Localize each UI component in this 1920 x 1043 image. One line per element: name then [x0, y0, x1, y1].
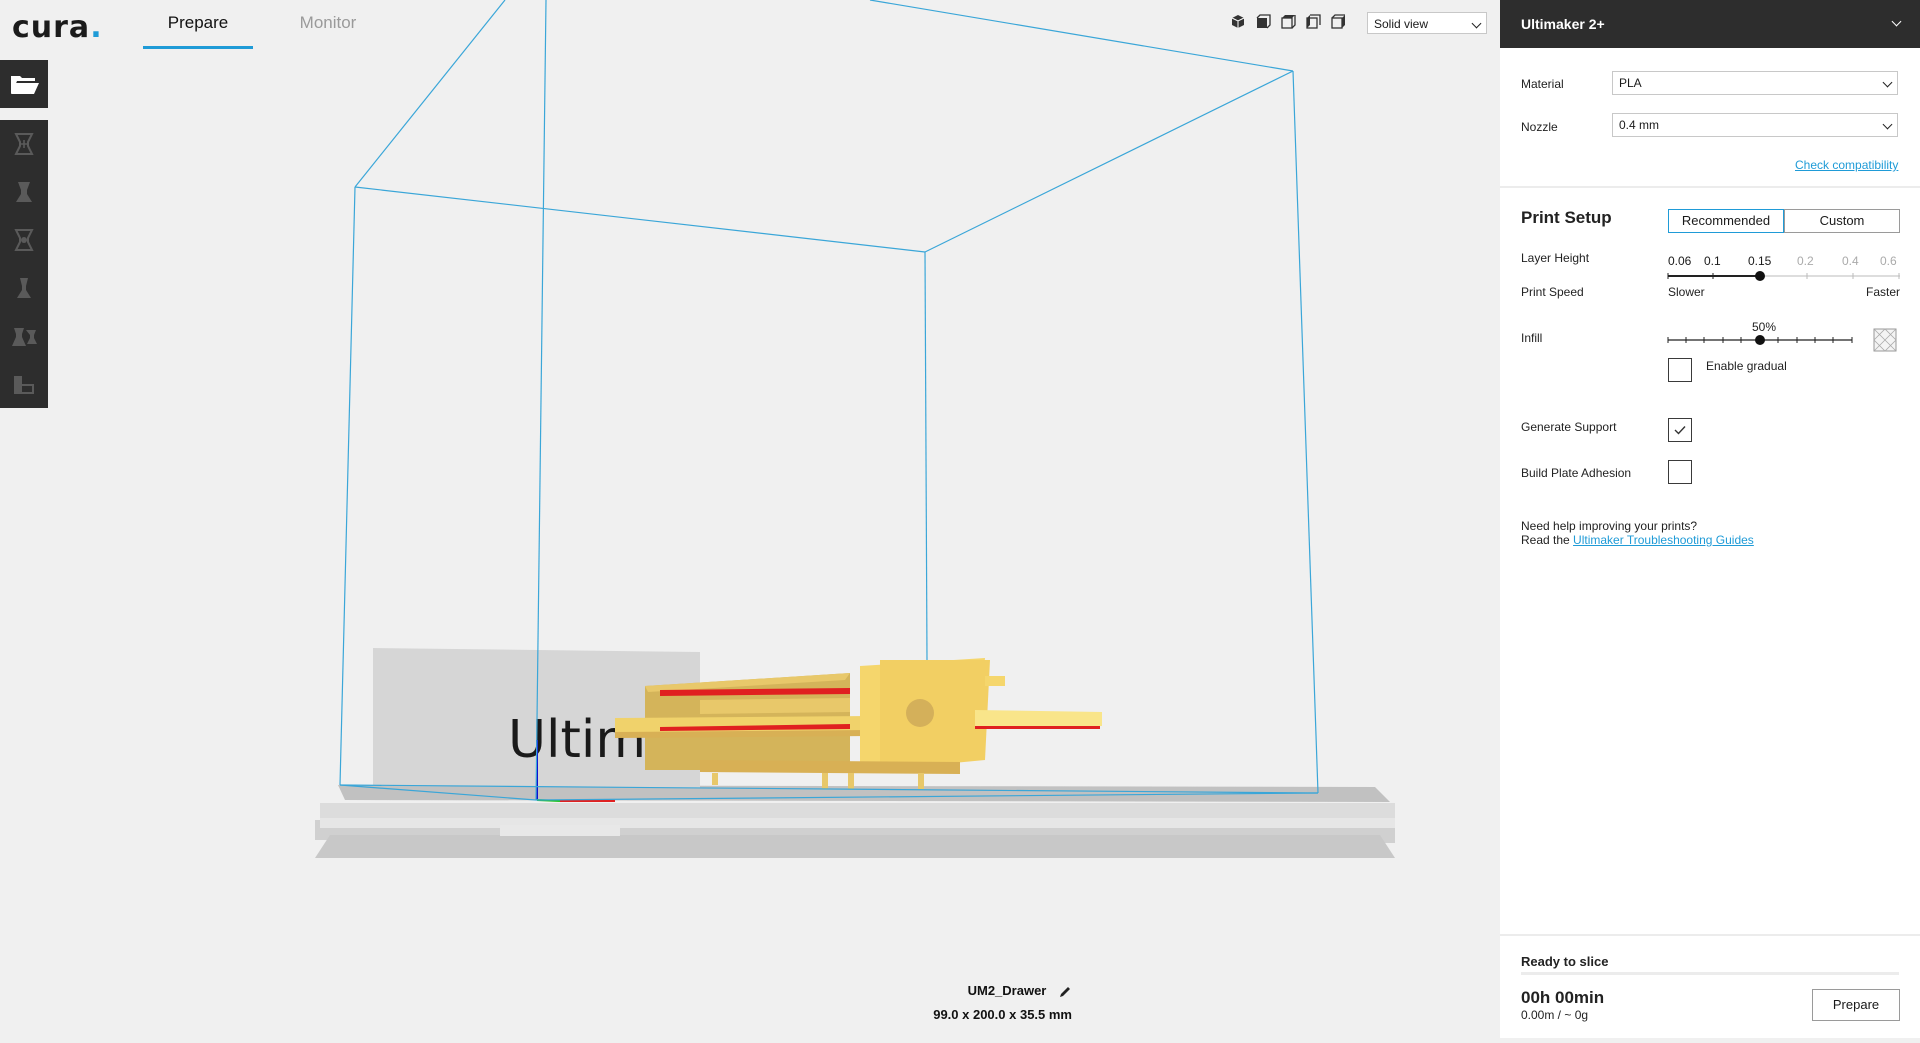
- mirror-tool-button[interactable]: [0, 264, 48, 312]
- print-time: 00h 00min: [1521, 988, 1605, 1007]
- build-plate-adhesion-label: Build Plate Adhesion: [1521, 466, 1632, 480]
- slower-label: Slower: [1668, 285, 1705, 299]
- move-icon: [14, 133, 34, 155]
- scale-icon: [16, 182, 32, 202]
- scale-tool-button[interactable]: [0, 168, 48, 216]
- help-line-1: Need help improving your prints?: [1521, 519, 1698, 533]
- slice-progress-bar: [1521, 972, 1899, 975]
- generate-support-checkbox[interactable]: [1668, 418, 1692, 442]
- slice-status: Ready to slice: [1521, 954, 1609, 969]
- rotate-tool-button[interactable]: [0, 216, 48, 264]
- checkmark-icon: [1674, 426, 1686, 435]
- per-model-settings-button[interactable]: [0, 312, 48, 360]
- printer-name: Ultimaker 2+: [1521, 16, 1605, 32]
- layer-height-slider[interactable]: [1665, 268, 1901, 284]
- enable-gradual-checkbox[interactable]: [1668, 358, 1692, 382]
- nozzle-label: Nozzle: [1521, 120, 1558, 134]
- material-label: Material: [1521, 77, 1564, 91]
- material-value: PLA: [1619, 76, 1642, 90]
- recommended-mode-button[interactable]: Recommended: [1668, 209, 1784, 233]
- rotate-icon: [14, 229, 34, 251]
- infill-slider[interactable]: [1665, 332, 1855, 348]
- mirror-icon: [17, 278, 31, 298]
- print-speed-label: Print Speed: [1521, 285, 1584, 299]
- divider: [1500, 186, 1920, 188]
- printer-selector[interactable]: Ultimaker 2+: [1500, 0, 1920, 48]
- nozzle-value: 0.4 mm: [1619, 118, 1660, 132]
- layer-height-0.1: 0.1: [1704, 254, 1721, 268]
- chevron-down-icon: [1891, 16, 1902, 27]
- folder-open-icon: [11, 76, 39, 94]
- per-model-settings-icon: [12, 328, 37, 346]
- custom-mode-button[interactable]: Custom: [1784, 209, 1900, 233]
- layer-height-0.6: 0.6: [1880, 254, 1897, 268]
- support-blocker-button[interactable]: [0, 360, 48, 408]
- help-line-2: Read the Ultimaker Troubleshooting Guide…: [1521, 533, 1754, 547]
- generate-support-label: Generate Support: [1521, 420, 1617, 434]
- faster-label: Faster: [1866, 285, 1901, 299]
- scene-canvas: Ultima: [315, 0, 1395, 858]
- layer-height-0.06: 0.06: [1668, 254, 1692, 268]
- move-tool-button[interactable]: [0, 120, 48, 168]
- help-prefix: Read the: [1521, 533, 1570, 547]
- troubleshooting-guides-link[interactable]: Ultimaker Troubleshooting Guides: [1573, 533, 1754, 547]
- chevron-down-icon: [1882, 77, 1893, 88]
- layer-height-0.15: 0.15: [1748, 254, 1772, 268]
- divider: [1500, 934, 1920, 936]
- infill-pattern-icon: [1873, 328, 1897, 352]
- build-plate-adhesion-checkbox[interactable]: [1668, 460, 1692, 484]
- nozzle-select[interactable]: 0.4 mm: [1612, 113, 1898, 137]
- layer-height-label: Layer Height: [1521, 251, 1590, 265]
- 3d-viewport[interactable]: Ultima UM2_Drawer 99.0 x 200.0 x 35.5 mm: [48, 0, 1500, 1038]
- chevron-down-icon: [1882, 119, 1893, 130]
- material-usage: 0.00m / ~ 0g: [1521, 1008, 1589, 1022]
- model-dimensions: 99.0 x 200.0 x 35.5 mm: [933, 1007, 1072, 1022]
- prepare-slice-button[interactable]: Prepare: [1812, 989, 1900, 1021]
- slider-handle[interactable]: [1755, 335, 1765, 345]
- check-compatibility-link[interactable]: Check compatibility: [1795, 158, 1898, 172]
- material-select[interactable]: PLA: [1612, 71, 1898, 95]
- tool-bar: [0, 120, 48, 408]
- model-name: UM2_Drawer: [967, 983, 1047, 998]
- slider-handle[interactable]: [1755, 271, 1765, 281]
- print-setup-title: Print Setup: [1521, 208, 1612, 227]
- layer-height-0.2: 0.2: [1797, 254, 1814, 268]
- pencil-icon[interactable]: [1058, 985, 1072, 999]
- layer-height-0.4: 0.4: [1842, 254, 1859, 268]
- infill-label: Infill: [1521, 331, 1543, 345]
- support-blocker-icon: [14, 376, 34, 394]
- open-file-button[interactable]: [0, 60, 48, 108]
- model-name-row: UM2_Drawer: [968, 983, 1072, 999]
- enable-gradual-label: Enable gradual: [1706, 359, 1787, 373]
